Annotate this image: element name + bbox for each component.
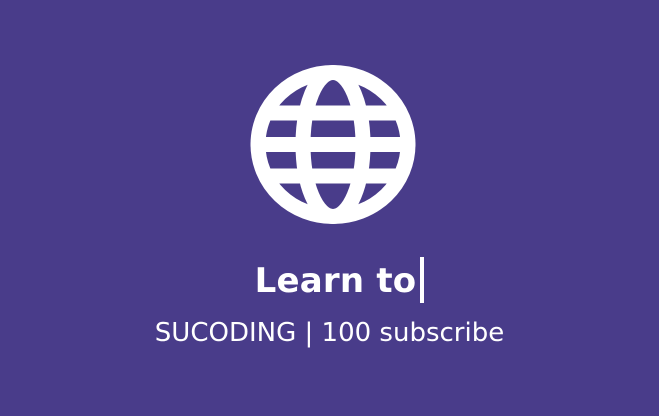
text-cursor — [420, 256, 425, 303]
headline-text: Learn to — [254, 261, 417, 301]
banner: Learn to SUCODING | 100 subscribe — [0, 0, 659, 416]
globe-icon — [250, 65, 416, 224]
subtitle: SUCODING | 100 subscribe — [154, 318, 505, 348]
typing-headline: Learn to — [0, 256, 659, 306]
